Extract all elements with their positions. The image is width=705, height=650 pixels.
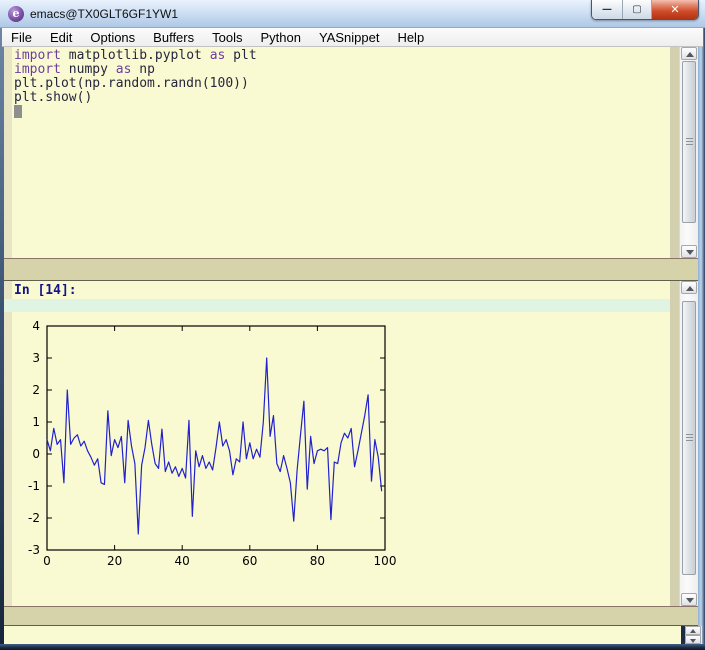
code-buffer-window[interactable]: import matplotlib.pyplot as pltimport nu… [4,47,698,258]
scrollbar-thumb[interactable] [682,61,696,223]
scroll-up-icon [686,286,694,291]
code-line[interactable]: import numpy as np [12,63,668,77]
scroll-up-button[interactable] [681,281,697,294]
scroll-up-icon [690,629,696,633]
menu-item-edit[interactable]: Edit [41,28,81,47]
scroll-up-button[interactable] [681,47,697,60]
emacs-app-icon[interactable]: e [8,6,24,22]
svg-text:1: 1 [32,415,40,429]
close-button[interactable]: ✕ [652,0,698,19]
title-bar: e emacs@TX0GLT6GF1YW1 — ▢ ✕ [0,0,705,28]
svg-text:100: 100 [374,554,397,568]
scroll-down-button[interactable] [681,593,697,606]
right-fringe [670,47,679,258]
scrollbar-lower[interactable] [679,281,698,606]
menu-item-python[interactable]: Python [251,28,309,47]
maximize-button[interactable]: ▢ [623,0,652,19]
code-lines[interactable]: import matplotlib.pyplot as pltimport nu… [12,49,668,105]
window-border-right [698,28,705,644]
menu-item-tools[interactable]: Tools [203,28,251,47]
minimize-button[interactable]: — [592,0,623,19]
thumb-grip-icon [686,434,693,442]
scroll-down-button[interactable] [681,245,697,258]
mode-line-demo-py: 1\---demo.pyAll L5(Python yas ein:c AC)7… [4,258,698,281]
minibuffer-scrollbar[interactable] [685,626,702,644]
menu-item-yasnippet[interactable]: YASnippet [310,28,388,47]
svg-text:2: 2 [32,383,40,397]
window-title: emacs@TX0GLT6GF1YW1 [30,7,178,21]
window-border-bottom [0,644,705,650]
svg-text:40: 40 [175,554,190,568]
svg-text:3: 3 [32,351,40,365]
scroll-down-icon [686,598,694,603]
menu-item-help[interactable]: Help [388,28,433,47]
scrollbar-upper[interactable] [679,47,698,258]
menu-item-options[interactable]: Options [81,28,144,47]
cell-input-area [4,299,679,312]
left-fringe [4,281,12,606]
menu-item-file[interactable]: File [2,28,41,47]
left-fringe [4,47,12,258]
text-cursor [14,105,22,118]
svg-text:-1: -1 [28,479,40,493]
output-buffer-window[interactable]: In [14]: -3-2-101234020406080100 [4,281,698,606]
svg-text:-2: -2 [28,511,40,525]
scroll-down-icon [686,250,694,255]
svg-text:20: 20 [107,554,122,568]
scroll-down-button[interactable] [685,635,701,644]
window-controls: — ▢ ✕ [591,0,699,20]
right-fringe [670,281,679,606]
scroll-up-button[interactable] [685,626,701,635]
thumb-grip-icon [686,138,693,146]
svg-text:60: 60 [242,554,257,568]
menu-item-buffers[interactable]: Buffers [144,28,203,47]
svg-text:4: 4 [32,319,40,333]
menu-bar: File Edit Options Buffers Tools Python Y… [2,28,703,47]
scroll-down-icon [690,639,696,643]
scrollbar-thumb[interactable] [682,301,696,575]
matplotlib-figure: -3-2-101234020406080100 [14,318,404,580]
svg-text:80: 80 [310,554,325,568]
svg-text:0: 0 [43,554,51,568]
scroll-up-icon [686,52,694,57]
minibuffer[interactable] [4,626,681,644]
code-line[interactable]: plt.show() [12,91,668,105]
svg-text:0: 0 [32,447,40,461]
svg-text:-3: -3 [28,543,40,557]
code-line[interactable]: import matplotlib.pyplot as plt [12,49,668,63]
mode-line-shared-output: 1\%*-*ein:shared-output*All L1(ein:so ya… [4,606,698,626]
code-line[interactable]: plt.plot(np.random.randn(100)) [12,77,668,91]
line-chart: -3-2-101234020406080100 [14,318,404,580]
ipython-prompt: In [14]: [12,283,77,298]
